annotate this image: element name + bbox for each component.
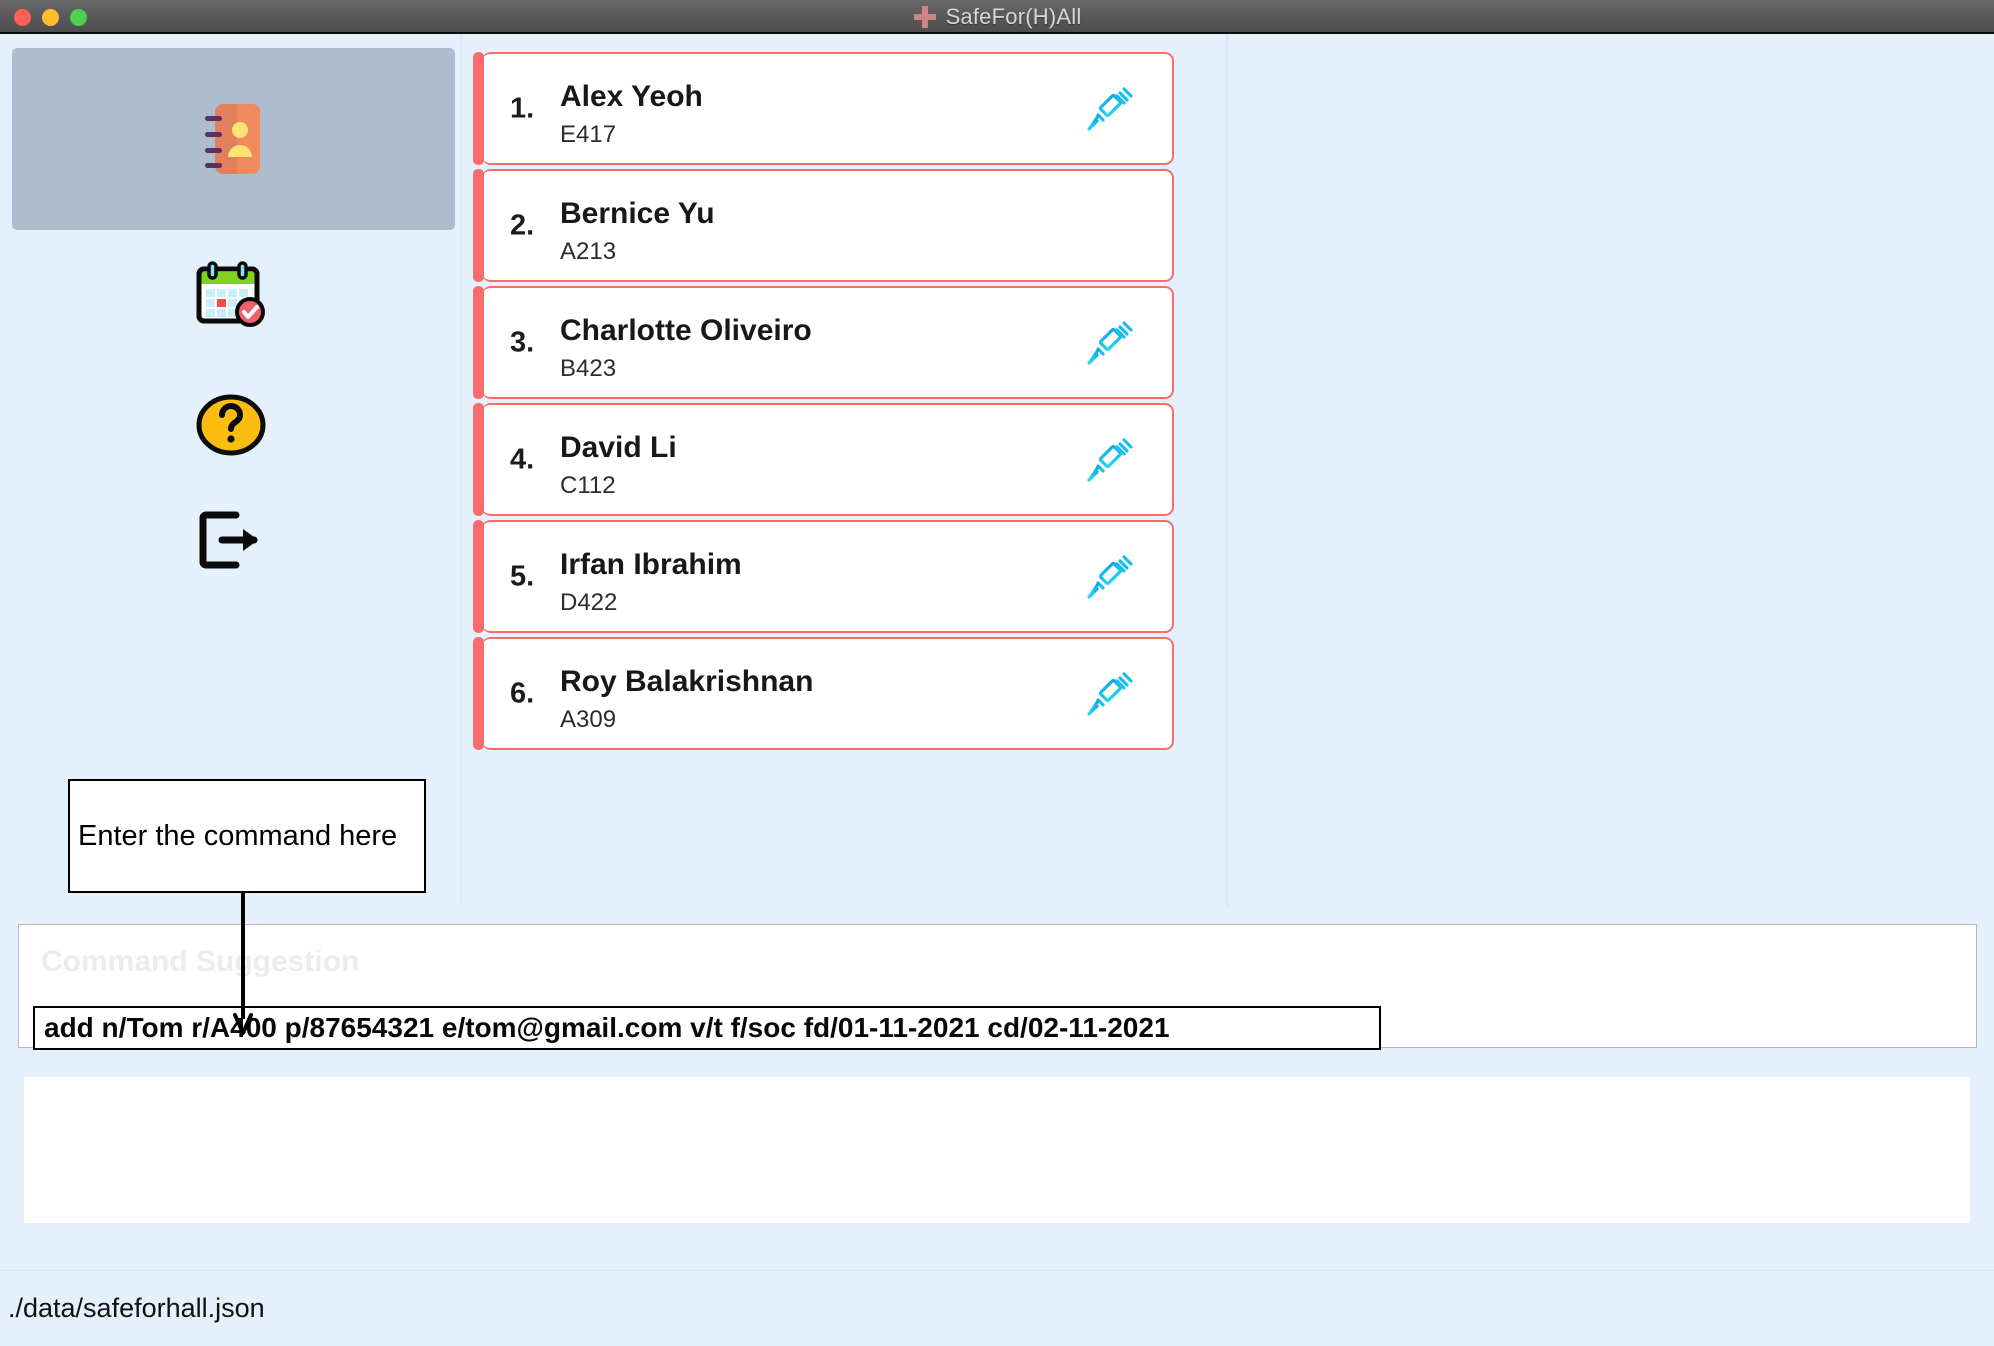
content-area: 1. Alex Yeoh E417 2. Bernice Yu A213 3. Charlot… [0, 34, 1994, 1346]
card-index: 2. [510, 209, 535, 241]
card-index: 3. [510, 326, 535, 358]
resident-card[interactable]: 2. Bernice Yu A213 [473, 169, 1174, 282]
card-room-number: C112 [560, 472, 616, 499]
annotation-callout-text: Enter the command here [78, 819, 398, 852]
syringe-icon [1087, 320, 1133, 365]
card-room-number: A309 [560, 706, 617, 733]
resident-card[interactable]: 4. David Li C112 [473, 403, 1174, 516]
card-room-number: B423 [560, 355, 617, 382]
annotation-callout: Enter the command here [68, 779, 426, 893]
card-accent-bar [473, 637, 484, 750]
syringe-icon [1087, 671, 1133, 716]
save-location-path: ./data/safeforhall.json [8, 1293, 265, 1323]
window-title-group: SafeFor(H)All [0, 0, 1994, 34]
card-accent-bar [473, 169, 484, 282]
sidebar-item-residents[interactable] [12, 48, 455, 230]
card-index: 5. [510, 560, 535, 592]
title-bar: SafeFor(H)All [0, 0, 1994, 34]
card-room-number: A213 [560, 238, 617, 265]
card-resident-name: Bernice Yu [560, 197, 715, 230]
card-resident-name: Roy Balakrishnan [560, 665, 814, 698]
question-mark-circle-icon [196, 394, 266, 456]
card-accent-bar [473, 52, 484, 165]
resident-card[interactable]: 6. Roy Balakrishnan A309 [473, 637, 1174, 750]
logout-arrow-icon [199, 511, 258, 569]
card-accent-bar [473, 403, 484, 516]
card-index: 1. [510, 92, 535, 124]
detail-panel [1228, 34, 1994, 906]
window-title: SafeFor(H)All [945, 4, 1082, 29]
command-suggestion-panel: Command Suggestion add n/Tom r/A400 p/87… [18, 924, 1977, 1050]
card-room-number: E417 [560, 121, 617, 148]
resident-card[interactable]: 5. Irfan Ibrahim D422 [473, 520, 1174, 633]
resident-card[interactable]: 1. Alex Yeoh E417 [473, 52, 1174, 165]
card-resident-name: Irfan Ibrahim [560, 548, 742, 581]
card-resident-name: Alex Yeoh [560, 80, 703, 113]
calendar-check-icon [196, 261, 265, 327]
syringe-icon [1087, 86, 1133, 131]
address-book-icon [204, 104, 260, 174]
command-input-value: add n/Tom r/A400 p/87654321 e/tom@gmail.… [44, 1012, 1170, 1043]
status-bar: ./data/safeforhall.json [0, 1270, 1994, 1346]
sidebar [0, 34, 462, 906]
card-index: 4. [510, 443, 535, 475]
resident-card[interactable]: 3. Charlotte Oliveiro B423 [473, 286, 1174, 399]
sidebar-item-exit[interactable] [0, 494, 462, 586]
medical-cross-icon [913, 6, 936, 28]
card-index: 6. [510, 677, 535, 709]
card-accent-bar [473, 286, 484, 399]
sidebar-item-help[interactable] [0, 379, 462, 471]
sidebar-item-events[interactable] [0, 248, 462, 340]
command-input[interactable]: add n/Tom r/A400 p/87654321 e/tom@gmail.… [33, 1006, 1381, 1050]
command-suggestion-placeholder: Command Suggestion [41, 945, 360, 978]
card-resident-name: David Li [560, 431, 677, 464]
application-window: SafeFor(H)All 1. Alex Yeoh E417 2. Berni… [0, 0, 1994, 1346]
syringe-icon [1087, 554, 1133, 599]
card-room-number: D422 [560, 589, 618, 616]
card-accent-bar [473, 520, 484, 633]
syringe-icon [1087, 437, 1133, 482]
resident-list-scrollbar[interactable] [1190, 34, 1224, 906]
resident-list[interactable]: 1. Alex Yeoh E417 2. Bernice Yu A213 3. Charlot… [462, 34, 1226, 906]
card-resident-name: Charlotte Oliveiro [560, 314, 812, 347]
resident-list-panel: 1. Alex Yeoh E417 2. Bernice Yu A213 3. Charlot… [462, 34, 1228, 906]
result-display-box [22, 1075, 1972, 1225]
